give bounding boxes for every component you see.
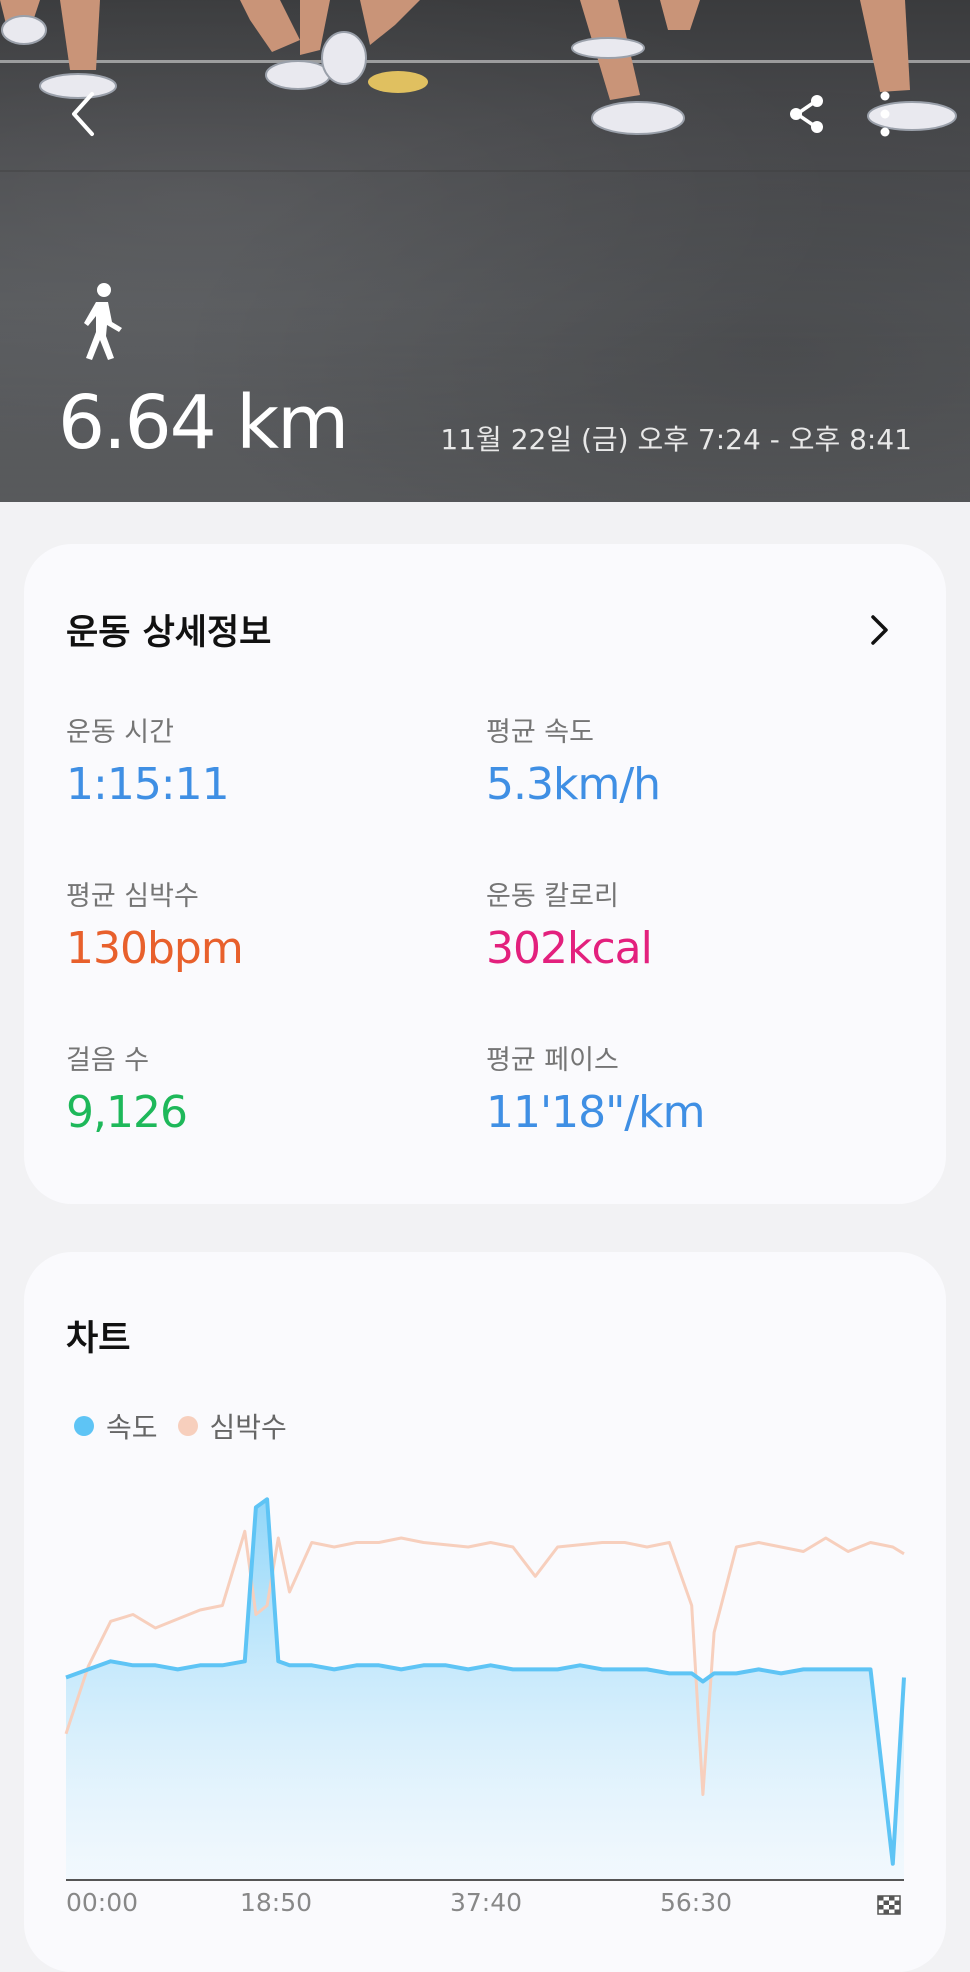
walking-icon	[74, 282, 126, 362]
stat-value: 302kcal	[486, 923, 653, 974]
legend-heart-rate-label: 심박수	[209, 1411, 287, 1444]
stat-steps: 걸음 수 9,126	[66, 1044, 446, 1142]
details-more-button[interactable]	[864, 612, 894, 648]
x-tick-label: 00:00	[66, 1888, 139, 1917]
speed-heart-rate-chart	[64, 1497, 906, 1881]
more-icon	[880, 91, 890, 137]
stat-calories: 운동 칼로리 302kcal	[486, 880, 866, 978]
x-tick-label: 18:50	[240, 1888, 313, 1917]
speed-area	[66, 1499, 904, 1880]
back-button[interactable]	[62, 88, 110, 140]
stat-label: 평균 페이스	[486, 1045, 619, 1076]
chart-legend: 속도 심박수	[74, 1408, 307, 1444]
stat-avg-speed: 평균 속도 5.3km/h	[486, 716, 866, 814]
stat-label: 평균 속도	[486, 717, 594, 748]
x-tick-label: 37:40	[450, 1888, 523, 1917]
share-icon	[790, 95, 823, 133]
stat-label: 걸음 수	[66, 1045, 150, 1076]
workout-datetime: 11월 22일 (금) 오후 7:24 - 오후 8:41	[440, 423, 912, 456]
details-title: 운동 상세정보	[66, 613, 272, 653]
distance-value: 6.64 km	[58, 380, 349, 466]
stat-value: 1:15:11	[66, 759, 230, 810]
stat-label: 운동 시간	[66, 717, 174, 748]
share-button[interactable]	[786, 92, 830, 136]
chart-title: 차트	[66, 1319, 131, 1359]
more-options-button[interactable]	[870, 88, 900, 140]
finish-flag-icon	[876, 1894, 902, 1920]
back-icon	[72, 92, 94, 136]
stat-value: 5.3km/h	[486, 759, 661, 810]
legend-speed-label: 속도	[106, 1411, 158, 1444]
stat-label: 운동 칼로리	[486, 881, 619, 912]
x-tick-label: 56:30	[660, 1888, 733, 1917]
legend-speed-swatch	[74, 1416, 94, 1436]
legend-heart-rate-swatch	[177, 1416, 198, 1436]
stat-label: 평균 심박수	[66, 881, 199, 912]
stat-value: 130bpm	[66, 923, 244, 974]
stat-duration: 운동 시간 1:15:11	[66, 716, 446, 814]
stat-value: 11'18"/km	[486, 1087, 705, 1138]
stat-avg-heart-rate: 평균 심박수 130bpm	[66, 880, 446, 978]
stat-avg-pace: 평균 페이스 11'18"/km	[486, 1044, 866, 1142]
stat-value: 9,126	[66, 1087, 188, 1138]
road-seam	[0, 170, 970, 172]
chevron-right-icon	[871, 615, 888, 645]
hero-banner: 6.64 km 11월 22일 (금) 오후 7:24 - 오후 8:41	[0, 0, 970, 502]
